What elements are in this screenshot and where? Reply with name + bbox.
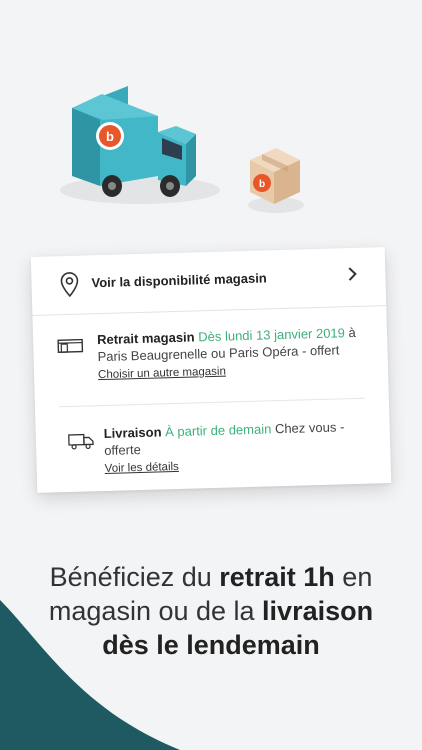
headline-bold3: dès le lendemain [102,630,320,660]
store-icon [57,338,84,353]
parcel-icon: b [248,148,304,213]
location-pin-icon [60,272,79,298]
delivery-illustration: b b [60,86,304,213]
availability-card: Voir la disponibilité magasin Retrait ma… [30,247,392,493]
svg-text:b: b [259,179,265,190]
headline-bold1: retrait 1h [219,562,335,592]
store-pickup-text: Retrait magasin Dès lundi 13 janvier 201… [97,324,368,385]
headline-bold2: livraison [262,596,374,626]
choose-other-store-link[interactable]: Choisir un autre magasin [98,360,368,385]
svg-text:b: b [106,129,114,144]
store-pickup-date: Dès lundi 13 janvier 2019 [198,325,346,345]
store-pickup-title: Retrait magasin [96,329,195,348]
delivery-truck-icon [68,433,94,450]
headline-part1: Bénéficiez du [49,562,220,592]
promo-headline: Bénéficiez du retrait 1h en magasin ou d… [0,560,422,662]
store-pickup-section: Retrait magasin Dès lundi 13 janvier 201… [32,305,388,407]
delivery-date: À partir de demain [164,421,272,440]
delivery-section: Livraison À partir de demain Chez vous -… [35,397,391,493]
delivery-text: Livraison À partir de demain Chez vous -… [103,418,364,478]
delivery-title: Livraison [103,424,162,442]
availability-label: Voir la disponibilité magasin [91,270,267,291]
chevron-right-icon [348,267,357,281]
see-details-link[interactable]: Voir les détails [104,454,364,478]
